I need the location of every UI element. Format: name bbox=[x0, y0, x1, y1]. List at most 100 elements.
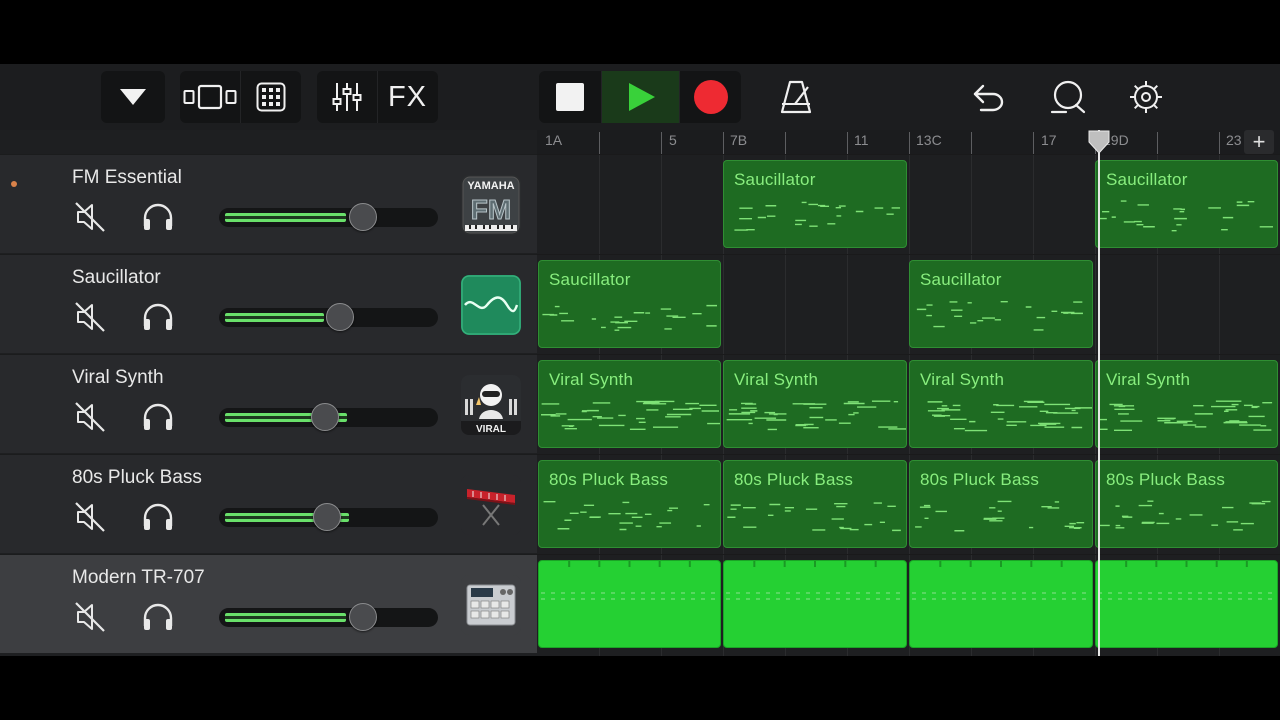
region-notes bbox=[916, 300, 1083, 331]
speaker-muted-icon bbox=[75, 502, 105, 532]
region-notes bbox=[734, 201, 901, 231]
region-notes bbox=[726, 561, 904, 600]
add-track-button[interactable]: + bbox=[1244, 130, 1274, 154]
gear-icon bbox=[1130, 81, 1162, 113]
region[interactable] bbox=[1095, 560, 1278, 648]
ruler-tick bbox=[909, 132, 910, 154]
ruler-marker: 5 bbox=[669, 132, 677, 148]
region[interactable]: Saucillator bbox=[909, 260, 1093, 348]
region[interactable]: Saucillator bbox=[723, 160, 907, 248]
region-name: Saucillator bbox=[734, 170, 816, 189]
region-name: Viral Synth bbox=[920, 370, 1005, 389]
region[interactable] bbox=[909, 560, 1093, 648]
volume-knob[interactable] bbox=[326, 303, 354, 331]
volume-slider[interactable] bbox=[219, 603, 438, 631]
mute-button[interactable] bbox=[72, 499, 108, 535]
ruler-tick bbox=[1219, 132, 1220, 154]
solo-headphones-button[interactable] bbox=[140, 199, 176, 235]
mute-button[interactable] bbox=[72, 399, 108, 435]
record-button[interactable] bbox=[679, 71, 741, 123]
ruler-marker: 11 bbox=[854, 132, 869, 148]
instrument-grid-button[interactable] bbox=[240, 71, 300, 123]
loop-browser-button[interactable] bbox=[1042, 71, 1094, 123]
region-name: Saucillator bbox=[920, 270, 1002, 289]
region[interactable]: Viral Synth bbox=[538, 360, 721, 448]
solo-headphones-button[interactable] bbox=[140, 499, 176, 535]
volume-knob[interactable] bbox=[311, 403, 339, 431]
region-name: Viral Synth bbox=[549, 370, 634, 389]
playhead-handle[interactable] bbox=[1087, 130, 1111, 154]
mute-button[interactable] bbox=[72, 299, 108, 335]
region-notes bbox=[915, 500, 1085, 532]
stop-button[interactable] bbox=[539, 71, 601, 123]
viral-synth-icon[interactable]: VIRAL bbox=[461, 375, 521, 435]
region[interactable]: 80s Pluck Bass bbox=[909, 460, 1093, 548]
volume-knob[interactable] bbox=[349, 603, 377, 631]
region-name: 80s Pluck Bass bbox=[920, 470, 1040, 489]
tracks-view-button[interactable] bbox=[180, 71, 240, 123]
tracks-view-icon bbox=[183, 84, 237, 110]
ruler-tick bbox=[847, 132, 848, 154]
speaker-muted-icon bbox=[75, 602, 105, 632]
track-header-fm-essential[interactable]: FM Essential YAMAHA FM bbox=[0, 154, 537, 253]
region[interactable] bbox=[723, 560, 907, 648]
track-header-saucillator[interactable]: Saucillator bbox=[0, 254, 537, 353]
mixer-group: FX bbox=[317, 71, 438, 123]
saucillator-wave-icon[interactable] bbox=[461, 275, 521, 335]
track-header-modern-tr-707[interactable]: Modern TR-707 bbox=[0, 554, 537, 653]
fx-button[interactable]: FX bbox=[377, 71, 437, 123]
track-name: Viral Synth bbox=[72, 367, 164, 388]
track-lanes[interactable]: Saucillator Saucillator Saucillator Saucill… bbox=[537, 154, 1280, 656]
settings-button[interactable] bbox=[1120, 71, 1172, 123]
undo-icon bbox=[973, 84, 1004, 112]
region[interactable]: 80s Pluck Bass bbox=[538, 460, 721, 548]
region[interactable]: 80s Pluck Bass bbox=[1095, 460, 1278, 548]
ruler-marker: 13C bbox=[916, 132, 942, 148]
volume-slider[interactable] bbox=[219, 403, 438, 431]
record-enable-dot bbox=[11, 181, 17, 187]
region-notes bbox=[541, 561, 718, 600]
volume-slider[interactable] bbox=[219, 503, 438, 531]
region[interactable]: Saucillator bbox=[538, 260, 721, 348]
track-header-viral-synth[interactable]: Viral Synth VIRAL bbox=[0, 354, 537, 453]
play-button[interactable] bbox=[601, 71, 679, 123]
region[interactable]: 80s Pluck Bass bbox=[723, 460, 907, 548]
region-notes bbox=[1099, 500, 1271, 531]
transport-group bbox=[539, 71, 741, 123]
region-name: Viral Synth bbox=[1106, 370, 1191, 389]
volume-slider[interactable] bbox=[219, 303, 438, 331]
solo-headphones-button[interactable] bbox=[140, 399, 176, 435]
mute-button[interactable] bbox=[72, 199, 108, 235]
headphones-icon bbox=[143, 603, 173, 630]
drum-machine-icon[interactable] bbox=[461, 575, 521, 635]
playhead-line[interactable] bbox=[1098, 130, 1100, 656]
volume-slider[interactable] bbox=[219, 203, 438, 231]
keyboard-synth-icon[interactable] bbox=[461, 475, 521, 535]
timeline-ruler[interactable]: 1A 5 7B 11 13C 17 19D 23 + bbox=[537, 130, 1280, 154]
volume-knob[interactable] bbox=[313, 503, 341, 531]
region-notes bbox=[727, 502, 901, 532]
region[interactable]: Viral Synth bbox=[1095, 360, 1278, 448]
mixer-button[interactable] bbox=[317, 71, 377, 123]
loop-icon bbox=[1050, 80, 1086, 114]
browser-dropdown-button[interactable] bbox=[101, 71, 165, 123]
fx-label: FX bbox=[387, 80, 428, 113]
solo-headphones-button[interactable] bbox=[140, 599, 176, 635]
yamaha-fm-icon[interactable]: YAMAHA FM bbox=[461, 175, 521, 235]
undo-button[interactable] bbox=[962, 71, 1014, 123]
ruler-tick bbox=[785, 132, 786, 154]
metronome-button[interactable] bbox=[770, 71, 822, 123]
region[interactable]: Viral Synth bbox=[723, 360, 907, 448]
track-headers: FM Essential YAMAHA FM Saucillator Viral… bbox=[0, 154, 537, 656]
region[interactable] bbox=[538, 560, 721, 648]
volume-knob[interactable] bbox=[349, 203, 377, 231]
track-header-80s-pluck-bass[interactable]: 80s Pluck Bass bbox=[0, 454, 537, 553]
fm-text: FM bbox=[471, 194, 511, 225]
region-name: Viral Synth bbox=[734, 370, 819, 389]
solo-headphones-button[interactable] bbox=[140, 299, 176, 335]
mute-button[interactable] bbox=[72, 599, 108, 635]
region-name: Saucillator bbox=[549, 270, 631, 289]
region[interactable]: Saucillator bbox=[1095, 160, 1278, 248]
track-name: Modern TR-707 bbox=[72, 567, 205, 588]
region[interactable]: Viral Synth bbox=[909, 360, 1093, 448]
